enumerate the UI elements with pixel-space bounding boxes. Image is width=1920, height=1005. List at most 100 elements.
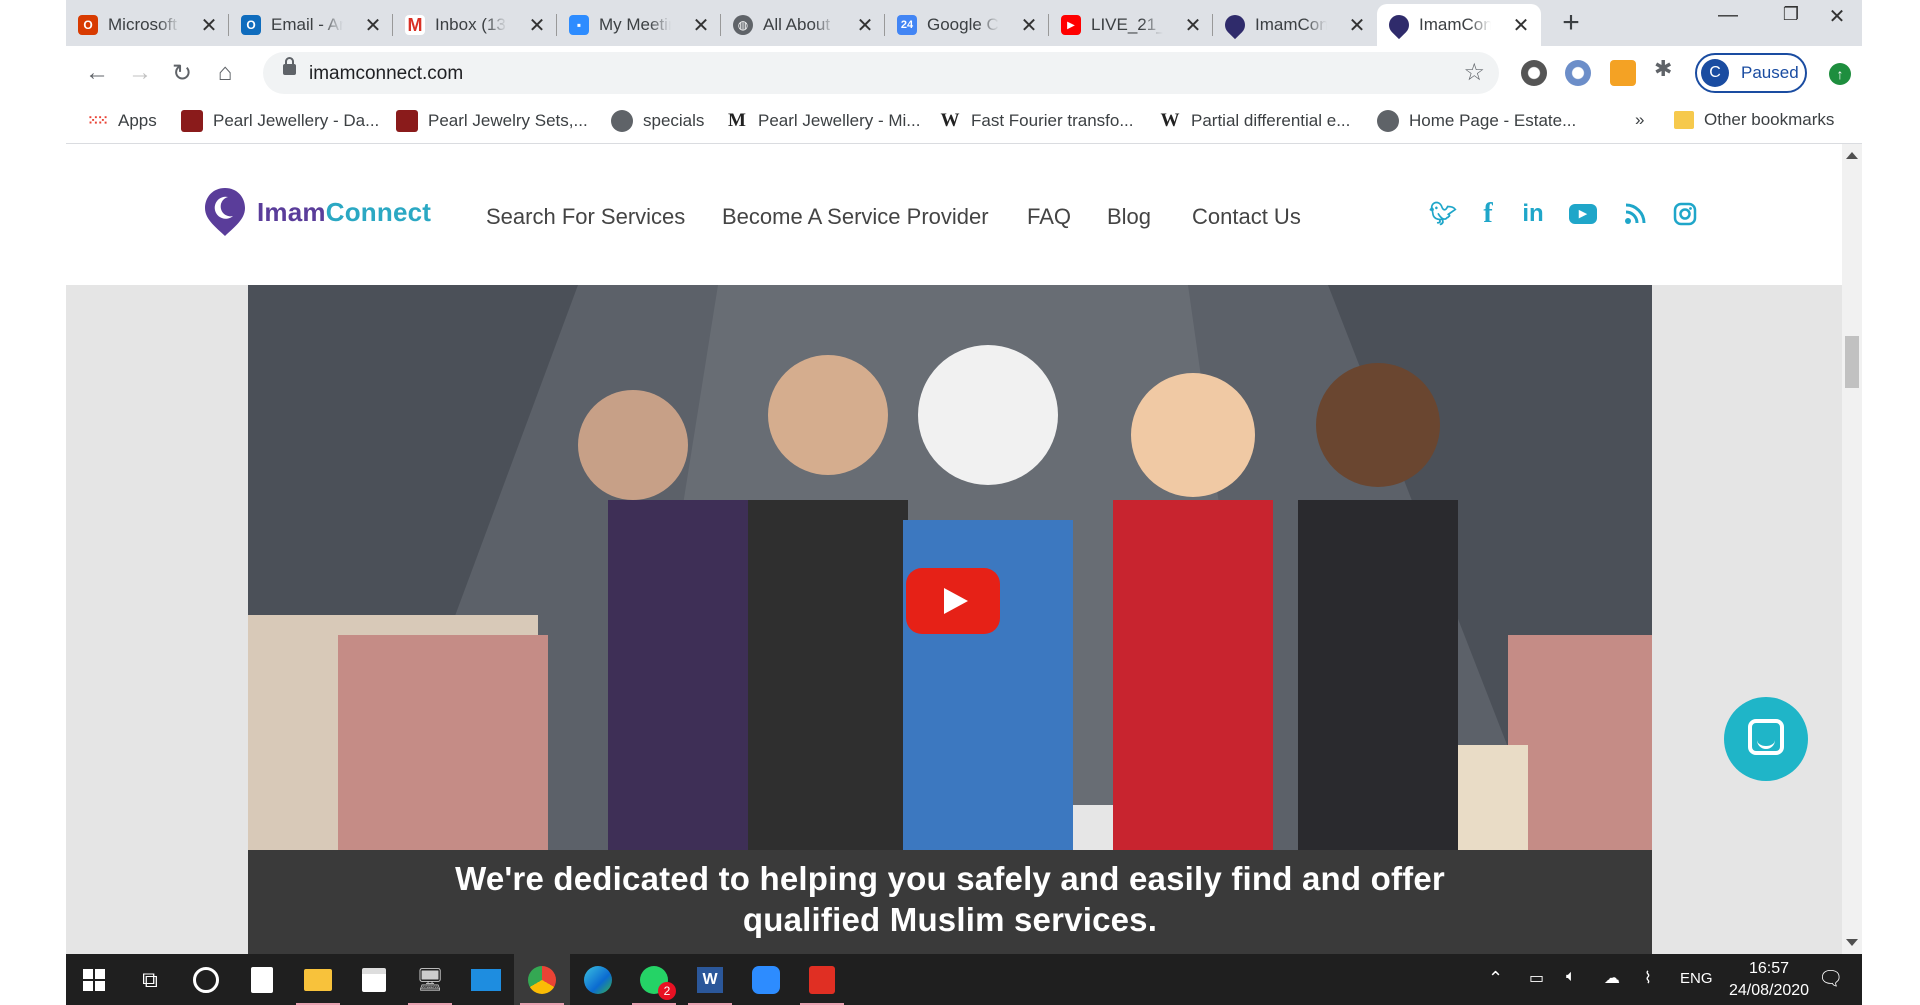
nav-become-provider[interactable]: Become A Service Provider xyxy=(722,204,989,230)
notifications-icon[interactable]: 🗨︎ xyxy=(1818,966,1843,991)
battery-icon[interactable]: ▭ xyxy=(1529,968,1544,988)
forward-button[interactable]: → xyxy=(123,56,157,90)
close-tab-icon[interactable]: ✕ xyxy=(855,13,875,38)
store-icon[interactable] xyxy=(346,954,402,1005)
nav-blog[interactable]: Blog xyxy=(1107,204,1151,230)
windows-taskbar: ⧉ 🖥︎ 2 W ⌃ ▭ 🔈︎ ☁ ⌇ ENG 16:57 24/08/2020… xyxy=(66,954,1862,1005)
close-tab-icon[interactable]: ✕ xyxy=(199,13,219,38)
youtube-video-player[interactable]: We're dedicated to helping you safely an… xyxy=(248,285,1652,954)
acrobat-icon[interactable] xyxy=(794,954,850,1005)
instagram-icon[interactable] xyxy=(1670,199,1700,229)
address-bar[interactable]: imamconnect.com ☆ xyxy=(263,52,1499,94)
system-clock[interactable]: 16:57 24/08/2020 xyxy=(1721,958,1817,1002)
extension-icon[interactable] xyxy=(1565,60,1591,86)
close-tab-icon[interactable]: ✕ xyxy=(1347,13,1367,38)
tab-zoom-meetings[interactable]: ▪ My Meetin ✕ xyxy=(557,4,721,46)
close-tab-icon[interactable]: ✕ xyxy=(1183,13,1203,38)
word-icon[interactable]: W xyxy=(682,954,738,1005)
wifi-icon[interactable]: ⌇ xyxy=(1644,968,1652,988)
gmail-icon: M xyxy=(405,15,425,35)
task-view-icon[interactable]: ⧉ xyxy=(122,954,178,1005)
nav-faq[interactable]: FAQ xyxy=(1027,204,1071,230)
notepad-icon[interactable] xyxy=(234,954,290,1005)
back-button[interactable]: ← xyxy=(80,56,114,90)
profile-button[interactable]: C Paused xyxy=(1695,53,1807,93)
bookmarks-overflow-button[interactable]: » xyxy=(1635,110,1644,130)
twitter-icon[interactable]: 🐦︎ xyxy=(1428,199,1458,229)
reload-button[interactable]: ↻ xyxy=(165,56,199,90)
cortana-icon[interactable] xyxy=(178,954,234,1005)
close-tab-icon[interactable]: ✕ xyxy=(1511,13,1531,38)
url-text[interactable]: imamconnect.com xyxy=(309,63,463,85)
tab-google-calendar[interactable]: 24 Google C ✕ xyxy=(885,4,1049,46)
chat-launcher-button[interactable] xyxy=(1724,697,1808,781)
scroll-up-arrow[interactable] xyxy=(1846,152,1858,159)
restore-button[interactable]: ❐ xyxy=(1766,4,1816,36)
scroll-thumb[interactable] xyxy=(1845,336,1859,388)
nav-contact-us[interactable]: Contact Us xyxy=(1192,204,1301,230)
mail-icon[interactable] xyxy=(458,954,514,1005)
new-tab-button[interactable]: + xyxy=(1556,6,1586,40)
show-hidden-icons-chevron-icon[interactable]: ⌃ xyxy=(1488,968,1503,989)
volume-icon[interactable]: 🔈︎ xyxy=(1566,968,1576,986)
zoom-icon[interactable] xyxy=(738,954,794,1005)
whatsapp-icon[interactable]: 2 xyxy=(626,954,682,1005)
site-favicon-icon xyxy=(181,110,203,132)
home-button[interactable]: ⌂ xyxy=(208,56,242,90)
remote-desktop-icon[interactable]: 🖥︎ xyxy=(402,954,458,1005)
facebook-icon[interactable]: f xyxy=(1473,198,1503,229)
nav-search-for-services[interactable]: Search For Services xyxy=(486,204,685,230)
bookmark-apps[interactable]: ⁙⁙ Apps xyxy=(86,110,156,132)
page-scrollbar[interactable] xyxy=(1842,144,1862,954)
linkedin-icon[interactable]: in xyxy=(1518,199,1548,229)
extension-icon[interactable] xyxy=(1521,60,1547,86)
play-button[interactable] xyxy=(906,568,1000,634)
site-favicon-icon xyxy=(396,110,418,132)
tab-email[interactable]: O Email - Ar ✕ xyxy=(229,4,393,46)
bookmark-item[interactable]: Pearl Jewellery - Da... xyxy=(181,110,379,132)
bookmark-item[interactable]: W Partial differential e... xyxy=(1159,110,1351,132)
wikipedia-w-icon: W xyxy=(1160,110,1180,131)
edge-icon[interactable] xyxy=(570,954,626,1005)
tab-title: My Meetin xyxy=(599,15,671,34)
start-button[interactable] xyxy=(66,954,122,1005)
tab-imamconnect[interactable]: ImamCon ✕ xyxy=(1213,4,1377,46)
site-logo[interactable]: ImamConnect xyxy=(203,186,431,238)
tab-strip: O Microsoft ✕ O Email - Ar ✕ M Inbox (13… xyxy=(66,0,1862,46)
bookmark-item[interactable]: M Pearl Jewellery - Mi... xyxy=(726,110,920,132)
lock-icon[interactable] xyxy=(283,57,296,75)
bookmark-star-icon[interactable]: ☆ xyxy=(1463,58,1485,87)
bookmark-item[interactable]: Pearl Jewelry Sets,... xyxy=(396,110,588,132)
extension-icon[interactable] xyxy=(1610,60,1636,86)
tab-microsoft[interactable]: O Microsoft ✕ xyxy=(66,4,229,46)
close-tab-icon[interactable]: ✕ xyxy=(527,13,547,38)
close-window-button[interactable]: ✕ xyxy=(1812,4,1862,36)
tab-title: LIVE_21_0 xyxy=(1091,15,1163,34)
chrome-icon[interactable] xyxy=(514,954,570,1005)
imamconnect-icon xyxy=(1220,10,1250,40)
youtube-icon[interactable]: ▶ xyxy=(1568,199,1598,229)
globe-icon xyxy=(611,110,633,132)
bookmark-item[interactable]: Home Page - Estate... xyxy=(1377,110,1576,132)
tab-inbox[interactable]: M Inbox (13. ✕ xyxy=(393,4,557,46)
tab-youtube-live[interactable]: ▶ LIVE_21_0 ✕ xyxy=(1049,4,1213,46)
outlook-icon: O xyxy=(241,15,261,35)
close-tab-icon[interactable]: ✕ xyxy=(1019,13,1039,38)
rss-icon[interactable] xyxy=(1620,199,1650,229)
youtube-icon: ▶ xyxy=(1061,15,1081,35)
tab-imamconnect-active[interactable]: ImamCon ✕ xyxy=(1377,4,1541,46)
close-tab-icon[interactable]: ✕ xyxy=(363,13,383,38)
bookmark-item[interactable]: W Fast Fourier transfo... xyxy=(939,110,1134,132)
update-icon[interactable]: ↑ xyxy=(1829,63,1851,85)
tab-all-about[interactable]: ◍ All About ✕ xyxy=(721,4,885,46)
google-calendar-icon: 24 xyxy=(897,15,917,35)
other-bookmarks[interactable]: Other bookmarks xyxy=(1674,110,1834,130)
language-indicator[interactable]: ENG xyxy=(1680,970,1713,987)
scroll-down-arrow[interactable] xyxy=(1846,939,1858,946)
onedrive-cloud-icon[interactable]: ☁ xyxy=(1604,968,1620,988)
file-explorer-icon[interactable] xyxy=(290,954,346,1005)
extensions-puzzle-icon[interactable]: ✱ xyxy=(1654,56,1680,82)
minimize-button[interactable]: — xyxy=(1703,4,1753,36)
bookmark-item[interactable]: specials xyxy=(611,110,704,132)
close-tab-icon[interactable]: ✕ xyxy=(691,13,711,38)
